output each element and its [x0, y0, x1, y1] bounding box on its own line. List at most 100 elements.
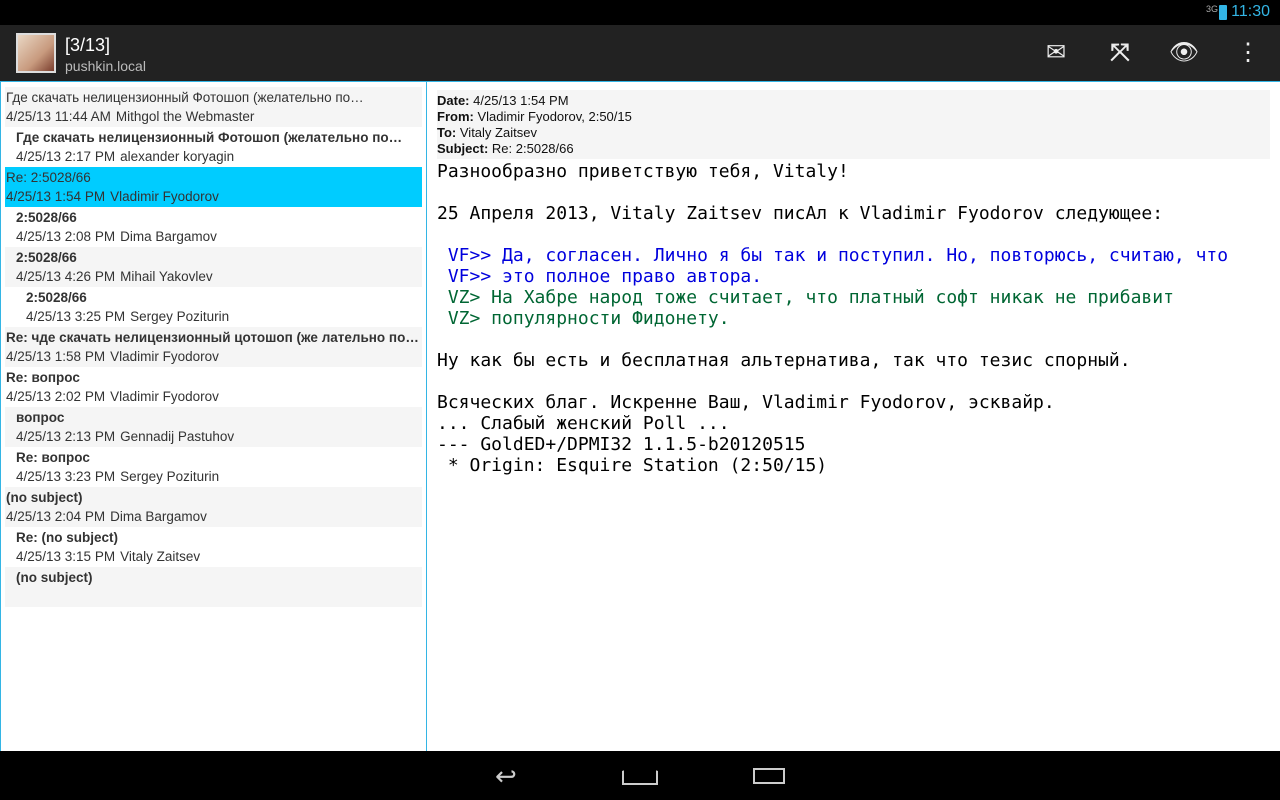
list-item-subject: 2:5028/66: [16, 210, 77, 225]
body-line: [437, 224, 1270, 245]
header-date: Date: 4/25/13 1:54 PM: [437, 93, 569, 108]
list-item-subject: Re: чде скачать нелицензионный цотошоп (…: [6, 330, 419, 345]
list-item-author: Gennadij Pastuhov: [120, 429, 235, 444]
list-item-date: 4/25/13 3:25 PM: [26, 309, 126, 324]
list-item-meta: 4/25/13 4:26 PM Mihail Yakovlev: [16, 267, 422, 286]
overflow-menu-icon[interactable]: ⋮: [1232, 37, 1264, 69]
list-item[interactable]: (no subject): [5, 567, 422, 607]
quote-line: VF>> Да, согласен. Лично я бы так и пост…: [437, 245, 1229, 266]
body-line: [437, 329, 1270, 350]
list-item-date: 4/25/13 11:44 AM: [6, 109, 111, 124]
list-item-author: Sergey Pozituri­n: [120, 469, 220, 484]
home-icon[interactable]: [622, 765, 658, 785]
body-line: --- GoldED+/DPMI32 1.1.5-b20120515: [437, 434, 806, 455]
main-content: Где скачать нелицензионный Фотошоп (жела…: [0, 81, 1280, 752]
list-item-meta: 4/25/13 1:54 PM Vladimir Fyodorov: [6, 187, 422, 206]
list-item-date: 4/25/13 2:13 PM: [16, 429, 116, 444]
message-list[interactable]: Где скачать нелицензионный Фотошоп (жела…: [0, 82, 427, 752]
list-item-subject: Где скачать нелицензионный Фотошоп (жела…: [16, 130, 403, 145]
list-item-meta: 4/25/13 3:23 PM Sergey Pozituri­n: [16, 467, 422, 486]
body-line: [437, 371, 1270, 392]
list-item-author: Mithgol the Webmaster: [115, 109, 255, 124]
network-indicator: 3G: [1205, 4, 1218, 14]
body-line: [437, 182, 1270, 203]
list-item-date: 4/25/13 2:17 PM: [16, 149, 116, 164]
list-item-date: 4/25/13 1:54 PM: [6, 189, 106, 204]
body-line: ... Слабый женский Poll ...: [437, 413, 730, 434]
list-item-author: Sergey Poziturin: [130, 309, 230, 324]
header-from: From: Vladimir Fyodorov, 2:50/15: [437, 109, 632, 124]
list-item-subject: Re: вопрос: [16, 450, 90, 465]
list-item-date: 4/25/13 1:58 PM: [6, 349, 106, 364]
battery-icon: [1219, 5, 1227, 20]
list-item-date: 4/25/13 2:02 PM: [6, 389, 106, 404]
clock: 11:30: [1231, 3, 1270, 20]
list-item-author: Mihail Yakovlev: [120, 269, 213, 284]
list-item-meta: 4/25/13 2:02 PM Vladimir Fyodorov: [6, 387, 422, 406]
list-item-meta: 4/25/13 2:13 PM Gennadij Pastuhov: [16, 427, 422, 446]
list-item[interactable]: Где скачать нелицензионный Фотошоп (жела…: [5, 127, 422, 167]
fullscreen-icon[interactable]: ⤧: [1104, 37, 1136, 69]
list-item-meta: 4/25/13 2:17 PM alexander koryagin: [16, 147, 422, 166]
list-item[interactable]: Где скачать нелицензионный Фотошоп (жела…: [5, 87, 422, 127]
recent-apps-icon[interactable]: [753, 768, 785, 784]
list-item[interactable]: 2:5028/66 4/25/13 2:08 PM Dima Bargamov: [5, 207, 422, 247]
list-item[interactable]: (no subject) 4/25/13 2:04 PM Dima Bargamov: [5, 487, 422, 527]
message-body: Разнообразно приветствую тебя, Vitaly! 25…: [437, 161, 1270, 476]
list-item[interactable]: 2:5028/66 4/25/13 3:25 PM Sergey Poziturin: [5, 287, 422, 327]
list-item-subject: (no subject): [16, 570, 93, 585]
list-item-author: Vladimir Fyodorov: [110, 349, 219, 364]
list-item-author: Vladimir Fyodorov: [110, 389, 219, 404]
body-line: Разнообразно приветствую тебя, Vitaly!: [437, 161, 849, 182]
message-counter: [3/13]: [65, 35, 111, 55]
quote-line: VZ> На Хабре народ тоже считает, что пла…: [437, 287, 1174, 308]
list-item-author: Dima Bargamov: [120, 229, 217, 244]
header-subject: Subject: Re: 2:5028/66: [437, 141, 574, 156]
list-item[interactable]: Re: 2:5028/66 4/25/13 1:54 PM Vladimir Fyo…: [5, 167, 422, 207]
list-item-author: Vitaly Zaitsev: [120, 549, 201, 564]
mail-icon[interactable]: ✉: [1040, 37, 1072, 69]
list-item-subject: Где скачать нелицензионный Фотошоп (жела…: [6, 90, 364, 105]
eye-icon[interactable]: 👁: [1168, 37, 1200, 69]
body-line: * Origin: Esquire Station (2:50/15): [437, 455, 828, 476]
list-item[interactable]: Re: вопрос 4/25/13 3:23 PM Sergey Pozituri…: [5, 447, 422, 487]
list-item-date: 4/25/13 3:23 PM: [16, 469, 116, 484]
list-item-author: Dima Bargamov: [110, 509, 207, 524]
list-item-meta: [16, 587, 422, 606]
message-header: Date: 4/25/13 1:54 PM From: Vladimir Fyo…: [437, 90, 1270, 159]
list-item[interactable]: вопрос 4/25/13 2:13 PM Gennadij Pastuhov: [5, 407, 422, 447]
status-bar: 3G 11:30: [0, 0, 1280, 25]
body-line: Всяческих благ. Искренне Ваш, Vladimir F…: [437, 392, 1055, 413]
list-item-subject: вопрос: [16, 410, 65, 425]
navigation-bar: ↩: [0, 751, 1280, 800]
action-bar: [3/13] pushkin.local ✉ ⤧ 👁 ⋮: [0, 25, 1280, 81]
list-item[interactable]: Re: чде скачать нелицензионный цотошоп (…: [5, 327, 422, 367]
list-item-date: 4/25/13 4:26 PM: [16, 269, 116, 284]
body-line: 25 Апреля 2013, Vitaly Zaitsev писАл к V…: [437, 203, 1164, 224]
node-name: pushkin.local: [65, 58, 146, 74]
header-to: To: Vitaly Zaitsev: [437, 125, 537, 140]
list-item-author: Vladimir Fyodorov: [110, 189, 219, 204]
list-item-subject: Re: (no subject): [16, 530, 119, 545]
list-item-meta: 4/25/13 1:58 PM Vladimir Fyodorov: [6, 347, 422, 366]
list-item[interactable]: Re: вопрос 4/25/13 2:02 PM Vladimir Fyodor…: [5, 367, 422, 407]
list-item-meta: 4/25/13 11:44 AM Mithgol the Webmaster: [6, 107, 422, 126]
back-icon[interactable]: ↩: [495, 761, 517, 792]
quote-line: VF>> это полное право автора.: [437, 266, 763, 287]
list-item-meta: 4/25/13 3:25 PM Sergey Poziturin: [26, 307, 422, 326]
list-item[interactable]: 2:5028/66 4/25/13 4:26 PM Mihail Yakovlev: [5, 247, 422, 287]
list-item-date: 4/25/13 2:04 PM: [6, 509, 106, 524]
app-avatar[interactable]: [16, 33, 56, 73]
list-item-meta: 4/25/13 2:08 PM Dima Bargamov: [16, 227, 422, 246]
list-item-subject: 2:5028/66: [16, 250, 77, 265]
list-item-subject: (no subject): [6, 490, 83, 505]
list-item-subject: Re: 2:5028/66: [6, 170, 91, 185]
list-item-meta: 4/25/13 3:15 PM Vitaly Zaitsev: [16, 547, 422, 566]
list-item-meta: 4/25/13 2:04 PM Dima Bargamov: [6, 507, 422, 526]
list-item-subject: Re: вопрос: [6, 370, 80, 385]
list-item-date: 4/25/13 2:08 PM: [16, 229, 116, 244]
body-line: Ну как бы есть и бесплатная альтернатива…: [437, 350, 1131, 371]
list-item[interactable]: Re: (no subject) 4/25/13 3:15 PM Vitaly Za…: [5, 527, 422, 567]
list-item-subject: 2:5028/66: [26, 290, 87, 305]
quote-line: VZ> популярности Фидонету.: [437, 308, 730, 329]
